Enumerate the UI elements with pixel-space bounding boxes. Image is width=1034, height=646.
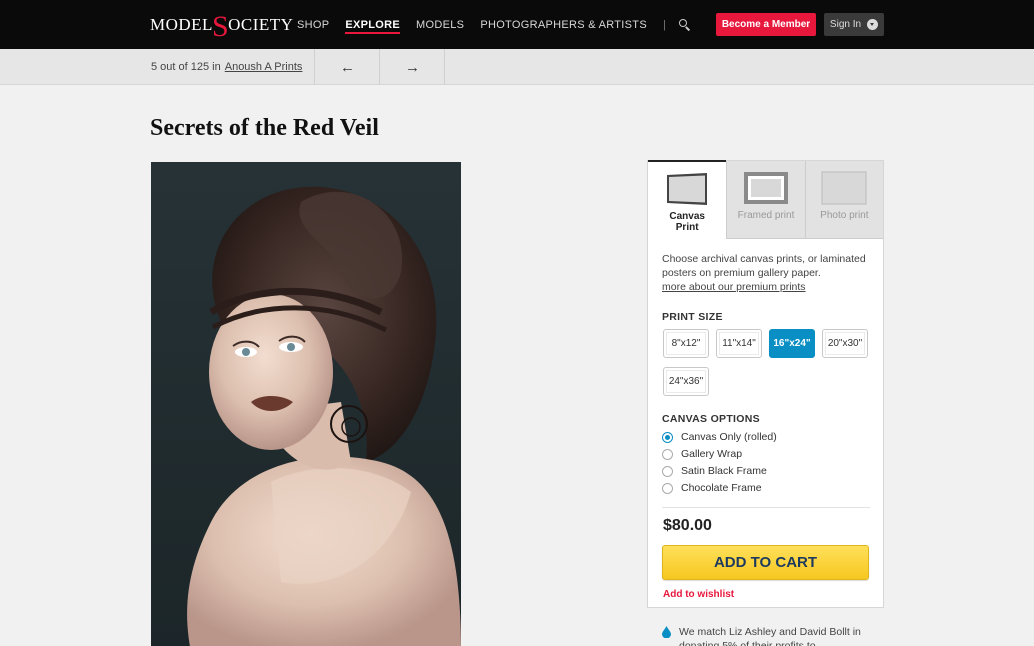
become-member-button[interactable]: Become a Member — [716, 13, 816, 36]
premium-prints-link[interactable]: more about our premium prints — [662, 281, 806, 293]
next-button[interactable]: → — [380, 49, 445, 85]
option-label: Satin Black Frame — [681, 465, 767, 477]
print-size-label: PRINT SIZE — [662, 311, 723, 323]
radio-button[interactable] — [662, 448, 673, 460]
sign-in-button[interactable]: Sign In — [824, 13, 884, 36]
size-option-20x30[interactable]: 20"x30" — [822, 329, 868, 358]
water-drop-icon — [662, 626, 671, 638]
artwork-title: Secrets of the Red Veil — [150, 115, 379, 141]
divider — [444, 49, 445, 85]
search-icon[interactable] — [678, 18, 692, 32]
top-navigation-bar: MODEL S OCIETY SHOP EXPLORE MODELS PHOTO… — [0, 0, 1034, 49]
chevron-down-icon — [867, 19, 879, 30]
logo-text-left: MODEL — [150, 15, 213, 34]
purchase-panel: Canvas Print Framed print Photo print Ch… — [647, 160, 884, 608]
donation-note: We match Liz Ashley and David Bollt in d… — [662, 625, 862, 646]
print-description: Choose archival canvas prints, or lamina… — [662, 252, 877, 294]
add-to-wishlist-link[interactable]: Add to wishlist — [663, 589, 734, 600]
nav-explore[interactable]: EXPLORE — [345, 0, 400, 49]
radio-button[interactable] — [662, 482, 673, 494]
price: $80.00 — [663, 517, 712, 534]
option-label: Canvas Only (rolled) — [681, 431, 777, 443]
donation-text: We match Liz Ashley and David Bollt in d… — [679, 626, 861, 646]
nav-models[interactable]: MODELS — [416, 0, 464, 49]
option-chocolate-frame[interactable]: Chocolate Frame — [662, 482, 762, 494]
canvas-icon — [667, 173, 708, 205]
nav-photographers-artists[interactable]: PHOTOGRAPHERS & ARTISTS — [480, 0, 647, 49]
gallery-navigation-bar: 5 out of 125 in Anoush A Prints ← → — [0, 49, 1034, 85]
tab-label: Photo print — [820, 210, 869, 221]
description-text: Choose archival canvas prints, or lamina… — [662, 253, 866, 279]
size-option-16x24[interactable]: 16"x24" — [769, 329, 815, 358]
option-canvas-only[interactable]: Canvas Only (rolled) — [662, 431, 777, 443]
photo-icon — [821, 171, 867, 205]
nav-separator: | — [662, 18, 666, 31]
tab-framed-print[interactable]: Framed print — [726, 161, 805, 239]
gallery-position-text: 5 out of 125 in — [151, 61, 221, 73]
portrait-illustration — [187, 186, 461, 646]
collection-link[interactable]: Anoush A Prints — [225, 61, 303, 73]
option-label: Chocolate Frame — [681, 482, 762, 494]
tab-canvas-print[interactable]: Canvas Print — [648, 160, 727, 238]
option-satin-black-frame[interactable]: Satin Black Frame — [662, 465, 767, 477]
logo-s: S — [211, 10, 230, 43]
radio-button[interactable] — [662, 465, 673, 477]
size-option-8x12[interactable]: 8"x12" — [663, 329, 709, 358]
canvas-options-label: CANVAS OPTIONS — [662, 413, 760, 425]
main-nav: SHOP EXPLORE MODELS PHOTOGRAPHERS & ARTI… — [297, 0, 692, 49]
model-society-logo[interactable]: MODEL S OCIETY — [150, 10, 294, 43]
tab-label: Canvas Print — [669, 211, 705, 233]
size-option-11x14[interactable]: 11"x14" — [716, 329, 762, 358]
sign-in-label: Sign In — [829, 19, 862, 30]
radio-button[interactable] — [662, 431, 673, 443]
frame-icon — [744, 172, 788, 204]
tab-label: Framed print — [737, 210, 795, 221]
nav-shop[interactable]: SHOP — [297, 0, 329, 49]
option-label: Gallery Wrap — [681, 448, 743, 460]
print-type-tabs: Canvas Print Framed print Photo print — [648, 160, 884, 239]
previous-button[interactable]: ← — [315, 49, 380, 85]
add-to-cart-button[interactable]: ADD TO CART — [662, 545, 869, 580]
logo-text-right: OCIETY — [228, 15, 294, 34]
artwork-image[interactable] — [151, 162, 461, 646]
size-option-24x36[interactable]: 24"x36" — [663, 367, 709, 396]
tab-photo-print[interactable]: Photo print — [804, 161, 884, 239]
gallery-position: 5 out of 125 in Anoush A Prints — [151, 49, 302, 85]
divider — [662, 507, 870, 508]
option-gallery-wrap[interactable]: Gallery Wrap — [662, 448, 742, 460]
